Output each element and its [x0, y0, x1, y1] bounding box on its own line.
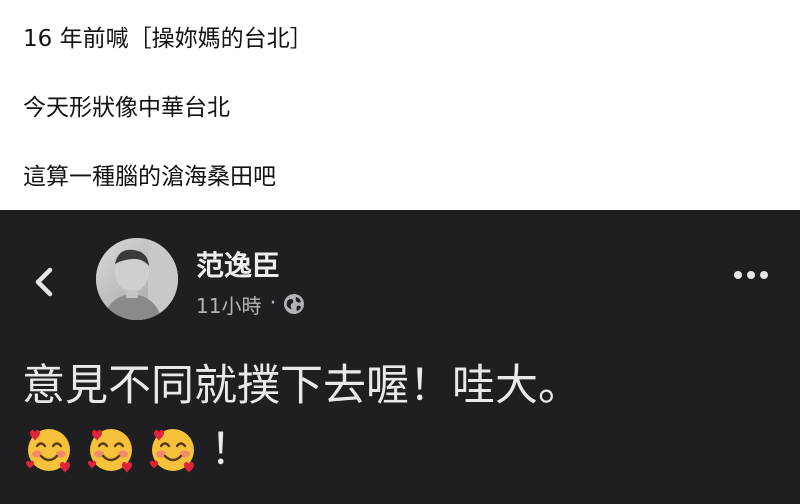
screenshot-page: 16 年前喊［操妳媽的台北］ 今天形狀像中華台北 這算一種腦的滄海桑田吧 范逸臣… [0, 0, 800, 504]
smiling-face-with-hearts-icon [26, 429, 70, 473]
globe-icon [284, 294, 305, 314]
smiling-face-with-hearts-icon [150, 429, 194, 473]
avatar-photo [96, 238, 178, 320]
more-dot-icon [734, 271, 742, 279]
social-post-card: 范逸臣 11小時 · 意見不同就撲下去喔！哇大。 ！ [0, 210, 800, 504]
author-name[interactable]: 范逸臣 [196, 250, 280, 282]
more-dot-icon [747, 271, 755, 279]
caption-line-3: 這算一種腦的滄海桑田吧 [23, 164, 276, 190]
post-timestamp[interactable]: 11小時 [196, 290, 261, 319]
chevron-left-icon [35, 267, 53, 297]
post-meta: 11小時 · [196, 290, 306, 318]
more-options-button[interactable] [734, 268, 768, 282]
caption-line-2: 今天形狀像中華台北 [23, 95, 230, 121]
post-text: 意見不同就撲下去喔！哇大。 [22, 361, 581, 411]
avatar[interactable] [96, 238, 178, 320]
more-dot-icon [760, 271, 768, 279]
emoji-row: ！ [24, 422, 253, 478]
meta-separator: · [269, 291, 277, 316]
caption-area: 16 年前喊［操妳媽的台北］ 今天形狀像中華台北 這算一種腦的滄海桑田吧 [0, 0, 800, 210]
emoji-row-punctuation: ！ [210, 425, 253, 475]
smiling-face-with-hearts-icon [88, 429, 132, 473]
caption-line-1: 16 年前喊［操妳媽的台北］ [23, 26, 313, 52]
back-button[interactable] [30, 264, 60, 300]
